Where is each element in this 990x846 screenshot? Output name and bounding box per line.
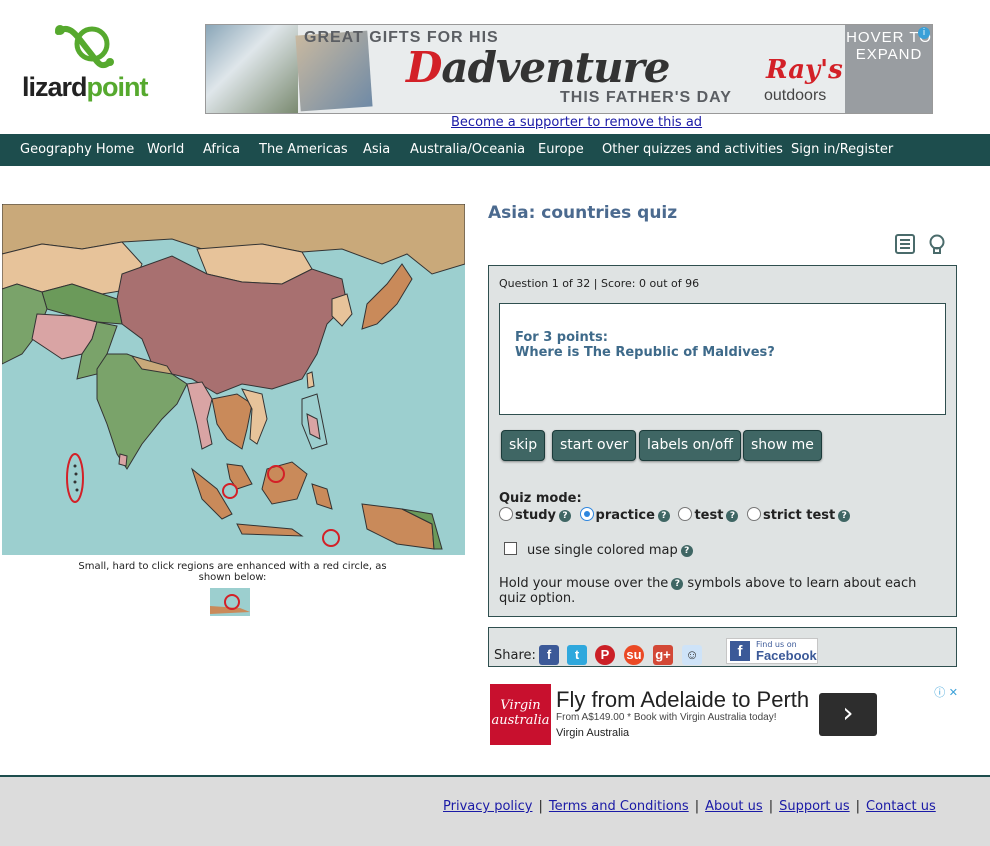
list-icon[interactable]: [894, 233, 916, 255]
ad-headline-rest: adventure: [441, 43, 670, 92]
banner-ad[interactable]: GREAT GIFTS FOR HIS Dadventure THIS FATH…: [205, 24, 933, 114]
ad-headline: Fly from Adelaide to Perth: [556, 687, 810, 712]
question-box: For 3 points: Where is The Republic of M…: [499, 303, 946, 415]
nav-world[interactable]: World: [147, 142, 184, 157]
footer-separator: |: [768, 799, 774, 814]
lizard-icon: [55, 25, 114, 69]
privacy-policy-link[interactable]: Privacy policy: [443, 799, 532, 814]
ad-arrow-button[interactable]: ›: [819, 693, 877, 736]
ad-info-close-icon[interactable]: ⓘ ✕: [934, 684, 958, 700]
nav-europe[interactable]: Europe: [538, 142, 584, 157]
ad-headline: Dadventure: [406, 43, 670, 92]
footer: Privacy policy | Terms and Conditions | Abou…: [0, 775, 990, 846]
help-icon[interactable]: ?: [657, 510, 670, 522]
fb-badge-line2: Facebook: [756, 648, 817, 663]
share-label: Share:: [494, 648, 536, 663]
contact-us-link[interactable]: Contact us: [866, 799, 936, 814]
footer-separator: |: [855, 799, 861, 814]
quiz-mode-label: Quiz mode:: [499, 491, 582, 506]
single-color-option: use single colored map?: [504, 542, 697, 558]
stumbleupon-icon[interactable]: su: [624, 645, 644, 665]
mode-study-label[interactable]: study: [515, 508, 556, 523]
mode-practice-radio[interactable]: [579, 507, 594, 521]
ad-line3: THIS FATHER'S DAY: [560, 89, 732, 106]
nav-sign-in[interactable]: Sign in/Register: [791, 142, 893, 157]
single-color-checkbox[interactable]: [504, 542, 517, 555]
quiz-mode-group: study? practice? test? strict test?: [499, 507, 854, 523]
map-caption: Small, hard to click regions are enhance…: [78, 561, 387, 583]
reddit-icon[interactable]: ☺: [682, 645, 702, 665]
ad-expand-line2: EXPAND: [855, 46, 923, 63]
mode-strict-test-radio[interactable]: [746, 507, 761, 521]
ad-photo: [206, 25, 298, 113]
mode-strict-test-label[interactable]: strict test: [763, 508, 835, 523]
nav-americas[interactable]: The Americas: [259, 142, 348, 157]
help-instructions: Hold your mouse over the? symbols above t…: [499, 576, 939, 606]
mode-test-label[interactable]: test: [694, 508, 723, 523]
share-bar: Share: f t P su g+ ☺ f Find us on Facebo…: [488, 627, 957, 667]
remove-ad-link[interactable]: Become a supporter to remove this ad: [451, 115, 702, 130]
nav-australia-oceania[interactable]: Australia/Oceania: [410, 142, 525, 157]
main-nav: Geography Home World Africa The Americas…: [0, 134, 990, 166]
ad-brand-sub: outdoors: [764, 87, 827, 104]
single-color-label[interactable]: use single colored map: [527, 543, 678, 558]
terms-link[interactable]: Terms and Conditions: [549, 799, 689, 814]
nav-geography-home[interactable]: Geography Home: [20, 142, 134, 157]
nav-africa[interactable]: Africa: [203, 142, 240, 157]
asia-map[interactable]: [2, 204, 465, 555]
pinterest-icon[interactable]: P: [595, 645, 615, 665]
facebook-logo-icon: f: [730, 641, 750, 661]
asia-map-svg[interactable]: [2, 204, 465, 555]
footer-separator: |: [694, 799, 700, 814]
footer-links: Privacy policy | Terms and Conditions | Abou…: [443, 799, 936, 814]
mode-study-radio[interactable]: [499, 507, 513, 521]
ad-headline-d: D: [406, 43, 442, 92]
logo-text-point: point: [86, 72, 149, 102]
virgin-australia-ad[interactable]: Virgin australia Fly from Adelaide to Pe…: [490, 684, 960, 746]
ad-info-icon[interactable]: i: [918, 27, 930, 39]
about-us-link[interactable]: About us: [705, 799, 763, 814]
lightbulb-icon[interactable]: [926, 233, 948, 255]
virgin-australia-logo: Virgin australia: [490, 684, 551, 745]
find-us-on-facebook-badge[interactable]: f Find us on Facebook: [726, 638, 818, 664]
mode-test-radio[interactable]: [678, 507, 693, 521]
google-plus-icon[interactable]: g+: [653, 645, 673, 665]
help-icon[interactable]: ?: [726, 510, 739, 522]
support-us-link[interactable]: Support us: [779, 799, 850, 814]
example-highlight-svg: [210, 594, 250, 614]
nav-other-quizzes[interactable]: Other quizzes and activities: [602, 142, 783, 157]
start-over-button[interactable]: start over: [552, 430, 637, 461]
ad-logo-text: Virgin australia: [491, 698, 550, 728]
twitter-icon[interactable]: t: [567, 645, 587, 665]
labels-toggle-button[interactable]: labels on/off: [639, 430, 741, 461]
ad-subtext: From A$149.00 * Book with Virgin Austral…: [556, 712, 777, 723]
question-text: Where is The Republic of Maldives?: [515, 345, 775, 360]
show-me-button[interactable]: show me: [743, 430, 822, 461]
question-points: For 3 points:: [515, 330, 608, 345]
help-icon[interactable]: ?: [838, 510, 851, 522]
help-icon[interactable]: ?: [559, 510, 571, 522]
help-text-1: Hold your mouse over the: [499, 576, 669, 591]
logo-wordmark[interactable]: lizardpoint: [22, 72, 149, 103]
example-highlight-image: [210, 588, 250, 616]
facebook-icon[interactable]: f: [539, 645, 559, 665]
help-icon[interactable]: ?: [680, 545, 693, 557]
ad-brand: Virgin Australia: [556, 727, 630, 739]
question-status: Question 1 of 32 | Score: 0 out of 96: [499, 277, 700, 290]
help-icon: ?: [671, 578, 684, 590]
page-title: Asia: countries quiz: [488, 203, 678, 223]
ad-expand-button[interactable]: HOVER TO EXPAND: [845, 25, 932, 113]
quiz-panel: Question 1 of 32 | Score: 0 out of 96 Fo…: [488, 265, 957, 617]
footer-separator: |: [538, 799, 543, 814]
nav-asia[interactable]: Asia: [363, 142, 390, 157]
ad-brand: Ray's: [766, 55, 843, 85]
logo-text-lizard: lizard: [22, 72, 88, 102]
mode-practice-label[interactable]: practice: [596, 508, 655, 523]
skip-button[interactable]: skip: [501, 430, 546, 461]
